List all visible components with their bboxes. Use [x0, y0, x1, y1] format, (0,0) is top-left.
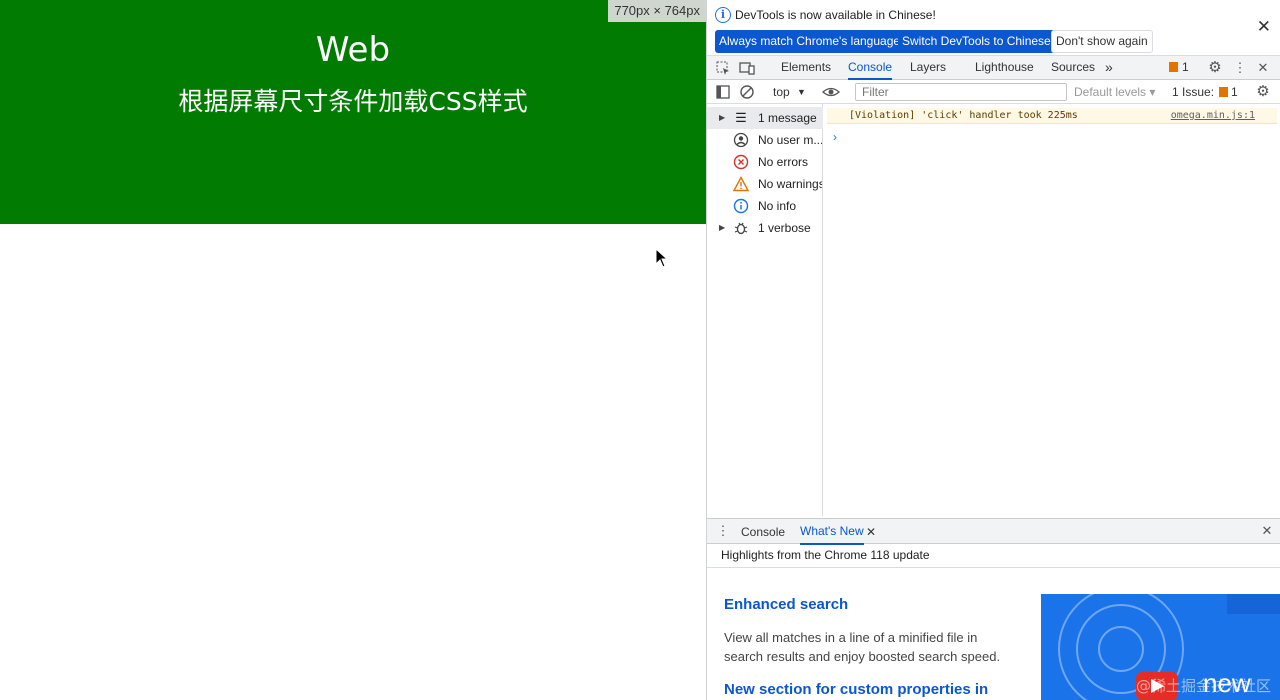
tab-console[interactable]: Console: [848, 56, 893, 80]
sidebar-item-label: No errors: [758, 155, 809, 169]
viewport-size-badge: 770px × 764px: [608, 0, 706, 22]
issues-count[interactable]: 1: [1231, 81, 1238, 105]
tab-lighthouse[interactable]: Lighthouse: [975, 56, 1034, 80]
main-tabbar: Elements Console Layers Lighthouse Sourc…: [707, 56, 1280, 80]
drawer-tab-whats-new[interactable]: What's New: [800, 519, 864, 545]
sidebar-item-info[interactable]: No info: [707, 195, 823, 217]
inspect-element-icon[interactable]: [715, 60, 731, 76]
console-message-text: [Violation] 'click' handler took 225ms: [849, 110, 1078, 121]
tab-elements[interactable]: Elements: [781, 56, 831, 80]
error-icon: [733, 154, 749, 170]
sidebar-item-verbose[interactable]: ▶ 1 verbose: [707, 217, 823, 239]
expand-arrow-icon[interactable]: ▶: [719, 217, 725, 239]
infobar-close-icon[interactable]: ✕: [1257, 17, 1271, 37]
tab-sources[interactable]: Sources: [1051, 56, 1095, 80]
sidebar-item-label: No user m...: [758, 133, 822, 147]
console-sidebar: ▶ ☰ 1 message No user m... No errors No …: [707, 104, 823, 516]
screen: Web 根据屏幕尺寸条件加载CSS样式 770px × 764px i DevT…: [0, 0, 1280, 700]
console-message-source-link[interactable]: omega.min.js:1: [1171, 108, 1255, 124]
expand-arrow-icon[interactable]: ▶: [719, 107, 725, 129]
language-infobar: i DevTools is now available in Chinese! …: [707, 0, 1280, 56]
info-circle-icon: [733, 198, 749, 214]
hero-banner: Web 根据屏幕尺寸条件加载CSS样式 770px × 764px: [0, 0, 706, 224]
sidebar-item-messages[interactable]: ▶ ☰ 1 message: [707, 107, 823, 129]
clear-console-icon[interactable]: [739, 84, 755, 100]
whats-new-subtitle: Highlights from the Chrome 118 update: [707, 544, 1280, 568]
context-selector[interactable]: top: [773, 81, 790, 105]
sidebar-item-warnings[interactable]: No warnings: [707, 173, 823, 195]
warning-icon: [733, 176, 749, 192]
context-chevron-down-icon[interactable]: ▼: [797, 81, 806, 105]
issue-flag-icon-2: [1219, 87, 1228, 97]
feature-title-custom-properties[interactable]: New section for custom properties in: [724, 681, 988, 698]
devtools-panel: i DevTools is now available in Chinese! …: [706, 0, 1280, 700]
drawer-tab-console[interactable]: Console: [741, 521, 785, 545]
filter-input[interactable]: Filter: [855, 83, 1067, 101]
drawer-menu-icon[interactable]: ⋮: [715, 523, 731, 539]
sidebar-item-label: 1 verbose: [758, 221, 811, 235]
sidebar-item-label: 1 message: [758, 111, 817, 125]
switch-to-chinese-button[interactable]: Switch DevTools to Chinese: [898, 30, 1055, 53]
list-icon: ☰: [735, 110, 747, 125]
infobar-message: DevTools is now available in Chinese!: [735, 8, 936, 22]
device-toolbar-icon[interactable]: [739, 60, 755, 76]
feature-title-enhanced-search[interactable]: Enhanced search: [724, 596, 848, 613]
watermark-text: @稀土掘金技术社区: [1135, 677, 1271, 695]
issue-count[interactable]: 1: [1182, 56, 1189, 80]
kebab-menu-icon[interactable]: ⋮: [1232, 60, 1248, 76]
sidebar-item-label: No info: [758, 199, 797, 213]
close-whats-new-icon[interactable]: ✕: [866, 521, 876, 545]
web-page: Web 根据屏幕尺寸条件加载CSS样式 770px × 764px: [0, 0, 706, 700]
hero-subtitle: 根据屏幕尺寸条件加载CSS样式: [178, 87, 528, 116]
live-expression-eye-icon[interactable]: [822, 84, 840, 100]
feature-description: View all matches in a line of a minified…: [724, 630, 1001, 664]
issue-flag-icon: [1169, 62, 1178, 72]
console-toolbar: top ▼ Filter Default levels ▾ 1 Issue: 1…: [707, 80, 1280, 104]
sidebar-item-user-messages[interactable]: No user m...: [707, 129, 823, 151]
dont-show-again-button[interactable]: Don't show again: [1051, 30, 1153, 53]
console-settings-gear-icon[interactable]: ⚙: [1255, 84, 1271, 100]
close-drawer-icon[interactable]: ✕: [1259, 523, 1275, 539]
tab-layers[interactable]: Layers: [910, 56, 946, 80]
mouse-cursor-icon: [655, 248, 669, 268]
whats-new-promo-image[interactable]: new @稀土掘金技术社区: [1041, 594, 1280, 700]
console-prompt-icon[interactable]: ›: [833, 130, 837, 144]
user-icon: [733, 132, 749, 148]
sidebar-item-errors[interactable]: No errors: [707, 151, 823, 173]
console-message-violation: [Violation] 'click' handler took 225ms o…: [827, 108, 1277, 124]
close-devtools-icon[interactable]: ✕: [1255, 60, 1271, 76]
info-icon: i: [715, 7, 731, 23]
log-levels-dropdown[interactable]: Default levels ▾: [1074, 81, 1155, 105]
match-language-button[interactable]: Always match Chrome's language: [715, 30, 905, 53]
settings-gear-icon[interactable]: ⚙: [1207, 60, 1223, 76]
sidebar-toggle-icon[interactable]: [715, 84, 731, 100]
hero-title: Web: [315, 30, 391, 70]
more-tabs-icon[interactable]: »: [1105, 56, 1113, 80]
bug-icon: [734, 222, 748, 235]
sidebar-item-label: No warnings: [758, 177, 822, 191]
drawer-tabbar: ⋮ Console What's New ✕ ✕: [707, 518, 1280, 545]
issues-label[interactable]: 1 Issue:: [1172, 81, 1214, 105]
